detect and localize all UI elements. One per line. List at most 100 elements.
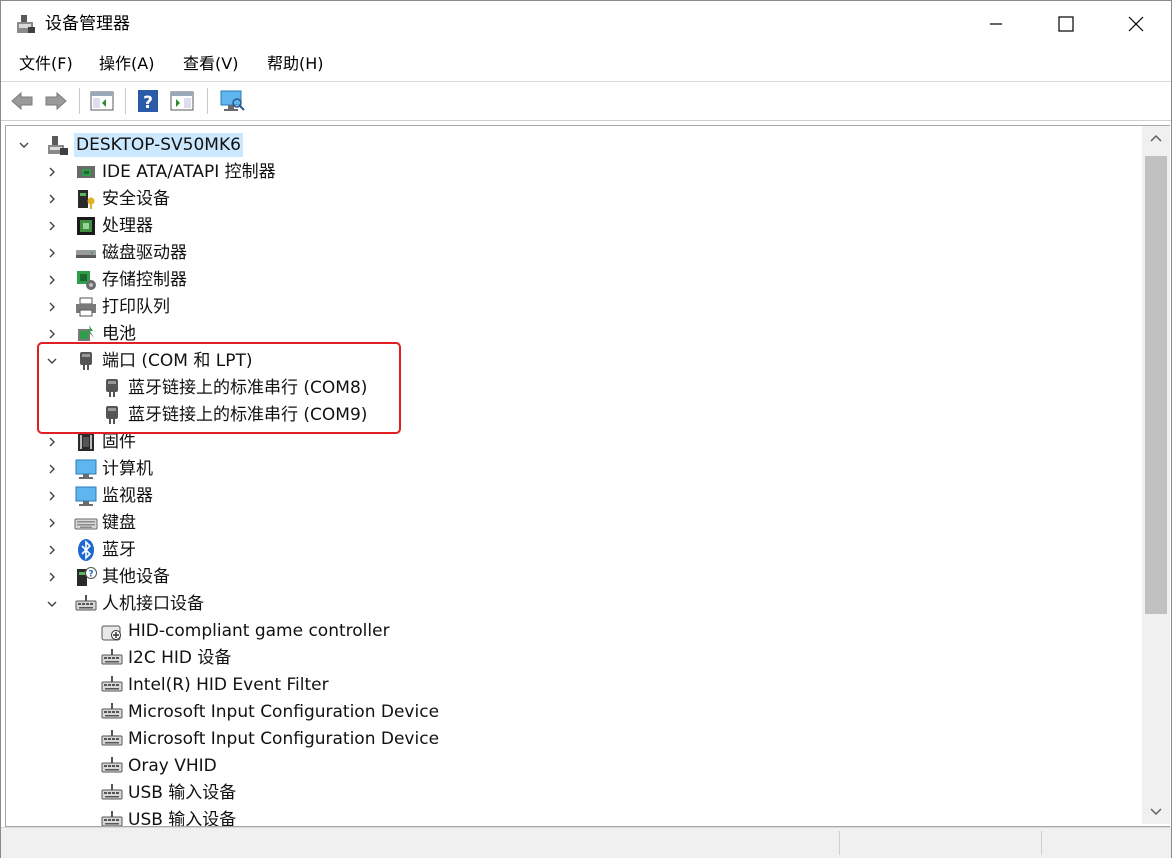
- chevron-right-icon[interactable]: [44, 164, 60, 180]
- highlight-annotation-box: [37, 342, 401, 434]
- tree-item-label: 打印队列: [102, 296, 170, 317]
- security-device-icon: [74, 187, 98, 211]
- monitor-icon: [74, 484, 98, 508]
- chevron-right-icon[interactable]: [44, 218, 60, 234]
- device-tree-view[interactable]: DESKTOP-SV50MK6 IDE ATA/ATAPI 控制器 安全设备处理器磁…: [5, 125, 1170, 827]
- tree-category[interactable]: 打印队列: [44, 293, 170, 320]
- scroll-down-button[interactable]: [1142, 800, 1170, 824]
- tree-category[interactable]: 键盘: [44, 509, 136, 536]
- chevron-right-icon[interactable]: [44, 299, 60, 315]
- tree-device-item[interactable]: USB 输入设备: [70, 806, 236, 827]
- chevron-right-icon[interactable]: [44, 272, 60, 288]
- tree-item-label: 处理器: [102, 215, 153, 236]
- back-button[interactable]: [9, 88, 35, 114]
- tree-item-label: Microsoft Input Configuration Device: [128, 728, 440, 749]
- scroll-up-button[interactable]: [1142, 126, 1170, 150]
- tree-device-item[interactable]: Microsoft Input Configuration Device: [70, 725, 439, 752]
- hid-icon: [100, 754, 124, 778]
- tree-item-label: 计算机: [102, 458, 153, 479]
- toolbar-separator: [79, 88, 80, 114]
- chevron-right-icon[interactable]: [44, 515, 60, 531]
- toolbar: ?: [1, 82, 1171, 121]
- tree-root-computer[interactable]: DESKTOP-SV50MK6: [16, 131, 243, 158]
- show-hide-tree-button[interactable]: [89, 88, 115, 114]
- tree-device-item[interactable]: Microsoft Input Configuration Device: [70, 698, 439, 725]
- chevron-down-icon[interactable]: [16, 137, 32, 153]
- tree-category[interactable]: 蓝牙: [44, 536, 136, 563]
- menu-action[interactable]: 操作(A): [97, 53, 156, 75]
- maximize-button[interactable]: [1031, 1, 1101, 47]
- tree-category[interactable]: 安全设备: [44, 185, 170, 212]
- chevron-right-icon[interactable]: [44, 191, 60, 207]
- tree-item-label: 键盘: [102, 512, 136, 533]
- hid-icon: [100, 646, 124, 670]
- maximize-icon: [1058, 16, 1074, 32]
- tree-item-label: 磁盘驱动器: [102, 242, 187, 263]
- tree-item-label: 安全设备: [102, 188, 170, 209]
- menu-help[interactable]: 帮助(H): [265, 53, 326, 75]
- hid-icon: [100, 781, 124, 805]
- processor-icon: [74, 214, 98, 238]
- hid-icon: [100, 808, 124, 826]
- chevron-right-icon[interactable]: [44, 326, 60, 342]
- toolbar-separator: [125, 88, 126, 114]
- tree-category[interactable]: 人机接口设备: [44, 590, 204, 617]
- scan-hardware-button[interactable]: [219, 88, 245, 114]
- tree-item-label: 其他设备: [102, 566, 170, 587]
- tree-category[interactable]: 计算机: [44, 455, 153, 482]
- hid-icon: [100, 700, 124, 724]
- vertical-scrollbar[interactable]: [1142, 126, 1170, 824]
- chevron-right-icon[interactable]: [44, 542, 60, 558]
- menu-bar: 文件(F) 操作(A) 查看(V) 帮助(H): [1, 47, 1171, 82]
- tree-item-label: Microsoft Input Configuration Device: [128, 701, 440, 722]
- status-cell: [1041, 831, 1170, 855]
- tree-item-label: DESKTOP-SV50MK6: [74, 132, 243, 157]
- chevron-right-icon[interactable]: [44, 434, 60, 450]
- menu-file[interactable]: 文件(F): [17, 53, 75, 75]
- toolbar-separator: [207, 88, 208, 114]
- tree-item-label: Oray VHID: [128, 755, 217, 776]
- tree-device-item[interactable]: Oray VHID: [70, 752, 217, 779]
- forward-button[interactable]: [43, 88, 69, 114]
- minimize-button[interactable]: [961, 1, 1031, 47]
- tree-category[interactable]: 处理器: [44, 212, 153, 239]
- status-cell: [839, 831, 1040, 855]
- menu-view[interactable]: 查看(V): [181, 53, 240, 75]
- scrollbar-thumb[interactable]: [1145, 156, 1167, 614]
- show-hide-console-tree-icon: [90, 91, 114, 111]
- forward-arrow-icon: [45, 91, 67, 111]
- action-pane-button[interactable]: [169, 88, 195, 114]
- tree-category[interactable]: 监视器: [44, 482, 153, 509]
- chevron-right-icon[interactable]: [44, 245, 60, 261]
- minimize-icon: [990, 23, 1002, 25]
- storage-controller-icon: [74, 268, 98, 292]
- tree-device-item[interactable]: USB 输入设备: [70, 779, 236, 806]
- tree-device-item[interactable]: I2C HID 设备: [70, 644, 231, 671]
- chevron-right-icon[interactable]: [44, 488, 60, 504]
- tree-item-label: 存储控制器: [102, 269, 187, 290]
- tree-device-item[interactable]: HID-compliant game controller: [70, 617, 390, 644]
- tree-category[interactable]: 磁盘驱动器: [44, 239, 187, 266]
- computer-icon: [46, 133, 70, 157]
- tree-category[interactable]: 存储控制器: [44, 266, 187, 293]
- tree-category[interactable]: ? 其他设备: [44, 563, 170, 590]
- close-icon: [1128, 16, 1144, 32]
- title-bar[interactable]: 设备管理器: [1, 1, 1171, 47]
- svg-text:?: ?: [143, 93, 153, 113]
- chevron-right-icon[interactable]: [44, 461, 60, 477]
- help-button[interactable]: ?: [135, 88, 161, 114]
- tree-device-item[interactable]: Intel(R) HID Event Filter: [70, 671, 329, 698]
- chevron-up-icon: [1150, 134, 1162, 142]
- keyboard-icon: [74, 511, 98, 535]
- close-button[interactable]: [1101, 1, 1171, 47]
- window-title: 设备管理器: [45, 14, 130, 34]
- chevron-right-icon[interactable]: [44, 569, 60, 585]
- tree-item-label: IDE ATA/ATAPI 控制器: [102, 161, 276, 182]
- chevron-down-icon: [1150, 808, 1162, 816]
- chevron-down-icon[interactable]: [44, 596, 60, 612]
- tree-category[interactable]: IDE ATA/ATAPI 控制器: [44, 158, 276, 185]
